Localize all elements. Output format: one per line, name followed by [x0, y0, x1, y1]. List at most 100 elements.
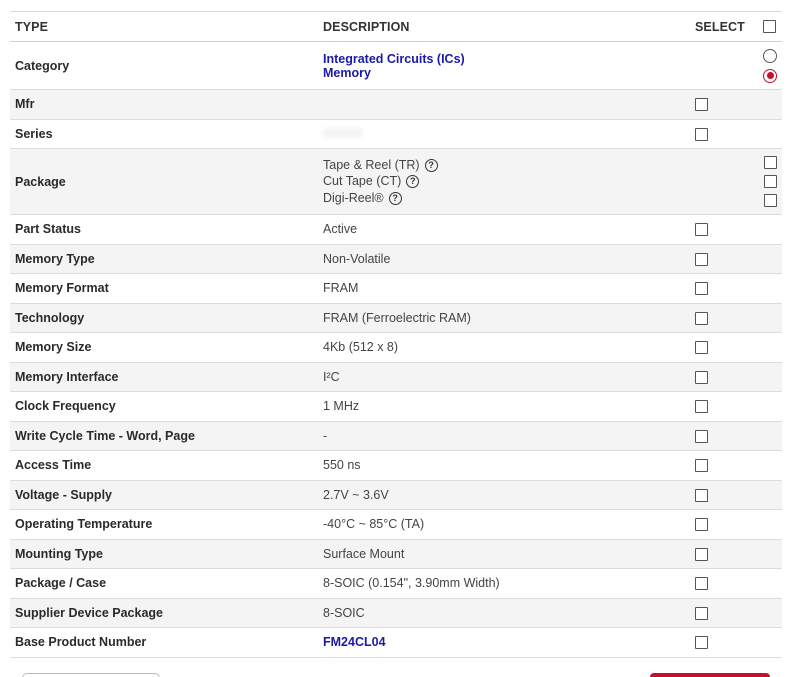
row-checkbox[interactable]	[695, 370, 708, 384]
table-row: Operating Temperature -40°C ~ 85°C (TA)	[10, 509, 782, 539]
table-row: Part Status Active	[10, 214, 782, 244]
select-label: SELECT	[695, 19, 745, 34]
row-value: 1 MHz	[323, 399, 360, 414]
row-type-label: Voltage - Supply	[15, 487, 112, 502]
table-row: Voltage - Supply 2.7V ~ 3.6V	[10, 480, 782, 510]
row-value: 550 ns	[323, 458, 361, 473]
row-value: Non-Volatile	[323, 251, 391, 266]
row-checkbox[interactable]	[695, 252, 708, 266]
row-value: 8-SOIC	[323, 605, 365, 620]
table-row: Package Tape & Reel (TR)? Cut Tape (CT)?…	[10, 148, 782, 215]
row-type-label: Base Product Number	[15, 635, 147, 650]
category-radio-memory[interactable]	[763, 68, 777, 83]
package-digireel-checkbox[interactable]	[764, 194, 777, 207]
table-row: Memory Size 4Kb (512 x 8)	[10, 332, 782, 362]
category-link-ics[interactable]: Integrated Circuits (ICs)	[323, 52, 685, 66]
table-row: Memory Format FRAM	[10, 273, 782, 303]
table-row: Supplier Device Package 8-SOIC	[10, 598, 782, 628]
table-row: Base Product Number FM24CL04	[10, 627, 782, 658]
package-ct-checkbox[interactable]	[764, 175, 777, 188]
row-checkbox[interactable]	[695, 282, 708, 296]
table-row: Category Integrated Circuits (ICs) Memor…	[10, 41, 782, 90]
row-checkbox[interactable]	[695, 636, 708, 650]
row-type-label: Operating Temperature	[15, 517, 153, 532]
base-product-link[interactable]: FM24CL04	[323, 635, 685, 649]
table-row: Technology FRAM (Ferroelectric RAM)	[10, 303, 782, 333]
row-type-label: Memory Format	[15, 281, 109, 296]
row-value: -	[323, 428, 328, 443]
report-error-button[interactable]	[22, 673, 160, 677]
row-value: Active	[323, 222, 358, 237]
header-select: SELECT	[690, 11, 782, 42]
row-checkbox[interactable]	[695, 127, 708, 141]
row-checkbox[interactable]	[695, 98, 708, 112]
row-type-label: Supplier Device Package	[15, 605, 163, 620]
row-value: I²C	[323, 369, 340, 384]
row-type-label: Series	[15, 126, 53, 141]
question-circle-icon[interactable]: ?	[388, 191, 402, 205]
redacted-value	[323, 98, 468, 109]
row-select	[690, 149, 782, 215]
package-tr-checkbox[interactable]	[764, 156, 777, 169]
table-row: Write Cycle Time - Word, Page -	[10, 421, 782, 451]
row-checkbox[interactable]	[695, 606, 708, 620]
redacted-value	[323, 127, 363, 138]
table-row: Memory Type Non-Volatile	[10, 244, 782, 274]
row-checkbox[interactable]	[695, 577, 708, 591]
row-value: FRAM	[323, 281, 359, 296]
row-checkbox[interactable]	[695, 459, 708, 473]
category-radio-ics[interactable]	[763, 48, 777, 63]
table-row: Mounting Type Surface Mount	[10, 539, 782, 569]
row-type-label: Part Status	[15, 222, 81, 237]
row-checkbox[interactable]	[695, 429, 708, 443]
question-circle-icon[interactable]: ?	[406, 175, 420, 189]
view-similar-button[interactable]	[650, 673, 770, 677]
header-type: TYPE	[10, 11, 318, 42]
row-value: 2.7V ~ 3.6V	[323, 487, 389, 502]
row-type-label: Mounting Type	[15, 546, 103, 561]
row-checkbox[interactable]	[695, 518, 708, 532]
row-value: 4Kb (512 x 8)	[323, 340, 399, 355]
row-value: FRAM (Ferroelectric RAM)	[323, 310, 471, 325]
select-all-checkbox[interactable]	[762, 20, 776, 34]
row-checkbox[interactable]	[695, 488, 708, 502]
row-value	[318, 119, 690, 149]
package-option-digireel: Digi-Reel®	[323, 190, 384, 205]
table-row: Memory Interface I²C	[10, 362, 782, 392]
table-row: Clock Frequency 1 MHz	[10, 391, 782, 421]
row-type-label: Write Cycle Time - Word, Page	[15, 428, 195, 443]
row-value: Tape & Reel (TR)? Cut Tape (CT)? Digi-Re…	[318, 149, 690, 215]
question-circle-icon[interactable]: ?	[424, 158, 438, 172]
row-select	[690, 42, 782, 90]
package-option-tr: Tape & Reel (TR)	[323, 157, 420, 172]
row-value: Integrated Circuits (ICs) Memory	[318, 42, 690, 90]
row-type-label: Category	[15, 58, 70, 73]
row-checkbox[interactable]	[695, 547, 708, 561]
row-type-label: Access Time	[15, 458, 92, 473]
table-row: Package / Case 8-SOIC (0.154", 3.90mm Wi…	[10, 568, 782, 598]
row-type-label: Memory Size	[15, 340, 92, 355]
row-value: -40°C ~ 85°C (TA)	[323, 517, 425, 532]
row-type-label: Memory Interface	[15, 369, 119, 384]
row-checkbox[interactable]	[695, 311, 708, 325]
row-value: 8-SOIC (0.154", 3.90mm Width)	[323, 576, 500, 591]
attributes-table: TYPE DESCRIPTION SELECT Category Integra…	[10, 11, 782, 658]
row-checkbox[interactable]	[695, 341, 708, 355]
row-value: FM24CL04	[318, 628, 690, 658]
row-type-label: Package	[15, 174, 66, 189]
table-row: Series	[10, 119, 782, 149]
row-checkbox[interactable]	[695, 400, 708, 414]
row-type-label: Mfr	[15, 97, 35, 112]
table-row: Access Time 550 ns	[10, 450, 782, 480]
row-checkbox[interactable]	[695, 223, 708, 237]
product-attributes: TYPE DESCRIPTION SELECT Category Integra…	[0, 0, 800, 677]
category-link-memory[interactable]: Memory	[323, 66, 685, 80]
package-option-ct: Cut Tape (CT)	[323, 174, 402, 189]
table-header-row: TYPE DESCRIPTION SELECT	[10, 11, 782, 42]
row-value	[318, 90, 690, 120]
row-type-label: Clock Frequency	[15, 399, 116, 414]
header-description: DESCRIPTION	[318, 11, 690, 42]
row-type-label: Technology	[15, 310, 85, 325]
row-value: Surface Mount	[323, 546, 405, 561]
row-type-label: Memory Type	[15, 251, 95, 266]
